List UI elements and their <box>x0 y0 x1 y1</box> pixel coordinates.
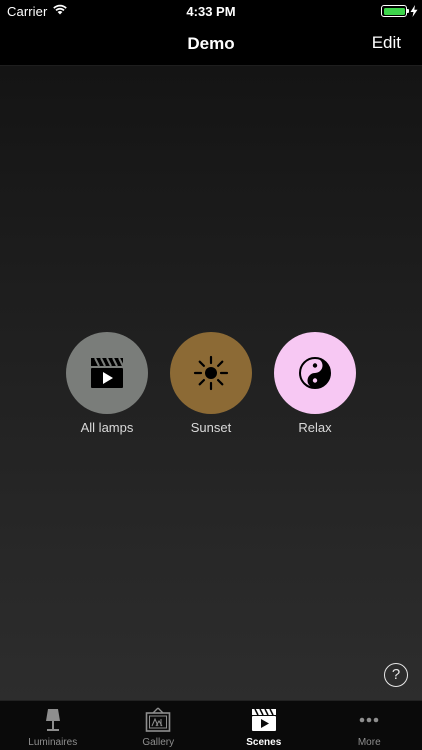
app-screen: Carrier 4:33 PM Demo Edit All lamps Suns… <box>0 0 422 750</box>
tab-gallery[interactable]: Gallery <box>106 701 212 750</box>
battery-icon <box>381 5 407 17</box>
more-dots-icon <box>359 717 379 723</box>
tab-luminaires[interactable]: Luminaires <box>0 701 106 750</box>
edit-button[interactable]: Edit <box>372 33 401 53</box>
tab-label: Luminaires <box>28 737 78 748</box>
scene-list: All lamps Sunset Relax <box>0 332 422 442</box>
battery-tip <box>407 9 409 13</box>
clapperboard-icon <box>91 357 124 388</box>
picture-frame-icon <box>145 707 171 732</box>
tab-label: Gallery <box>142 737 175 748</box>
yin-yang-icon <box>299 357 331 389</box>
scene-button[interactable] <box>66 332 148 414</box>
scene-all-lamps[interactable]: All lamps <box>57 332 157 435</box>
navigation-bar: Demo Edit <box>0 24 422 66</box>
scene-button[interactable] <box>274 332 356 414</box>
tab-scenes[interactable]: Scenes <box>211 701 317 750</box>
clapperboard-icon <box>251 708 276 731</box>
clock: 4:33 PM <box>186 4 236 19</box>
scene-sunset[interactable]: Sunset <box>161 332 261 435</box>
tab-more[interactable]: More <box>317 701 422 750</box>
tab-label: Scenes <box>246 737 282 748</box>
scenes-view: All lamps Sunset Relax ? <box>0 66 422 700</box>
scene-label: Sunset <box>190 420 232 435</box>
scene-label: All lamps <box>80 420 134 435</box>
scene-relax[interactable]: Relax <box>265 332 365 435</box>
scene-button[interactable] <box>170 332 252 414</box>
lamp-icon <box>45 709 60 731</box>
scene-label: Relax <box>298 420 332 435</box>
sun-icon <box>193 355 229 391</box>
tab-bar: Luminaires Gallery Scenes More <box>0 700 422 750</box>
tab-label: More <box>357 737 381 748</box>
status-bar: Carrier 4:33 PM <box>0 0 422 24</box>
page-title: Demo <box>187 34 235 53</box>
charging-bolt-icon <box>410 5 418 17</box>
help-button[interactable]: ? <box>384 663 408 687</box>
